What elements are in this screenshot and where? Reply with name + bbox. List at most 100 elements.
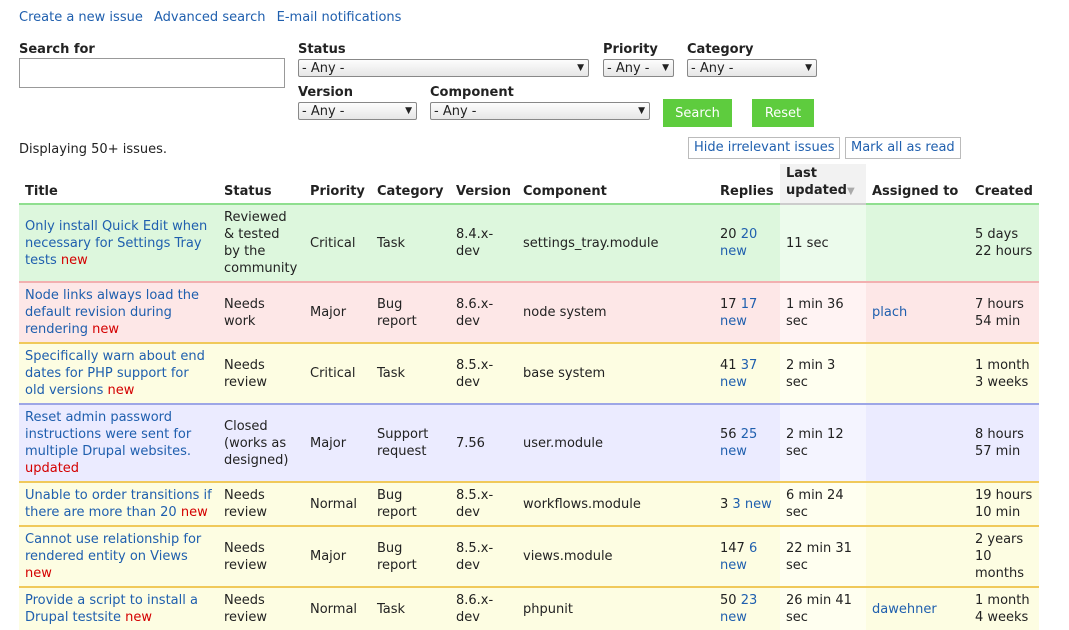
issue-flag: new — [107, 383, 135, 398]
component-select[interactable]: - Any - ▼ — [430, 102, 650, 120]
issue-component: base system — [517, 342, 714, 404]
table-row: Only install Quick Edit when necessary f… — [19, 203, 1039, 282]
hide-irrelevant-button[interactable]: Hide irrelevant issues — [688, 137, 841, 159]
issue-replies: 41 37 new — [714, 342, 780, 404]
replies-count: 147 — [720, 540, 745, 556]
issue-title-cell: Cannot use relationship for rendered ent… — [19, 525, 218, 587]
table-header: Title Status Priority Category Version C… — [19, 164, 1039, 205]
issue-assigned — [866, 342, 969, 404]
issue-version: 8.5.x-dev — [450, 481, 517, 526]
issue-replies: 17 17 new — [714, 281, 780, 343]
displaying-count: Displaying 50+ issues. — [19, 142, 168, 157]
issue-title-cell: Unable to order transitions if there are… — [19, 481, 218, 526]
advanced-search-link[interactable]: Advanced search — [154, 10, 266, 25]
col-assigned[interactable]: Assigned to — [866, 164, 969, 204]
issue-title-cell: Node links always load the default revis… — [19, 281, 218, 343]
issue-title-link[interactable]: Reset admin password instructions were s… — [25, 410, 191, 459]
issue-priority: Major — [304, 403, 371, 482]
replies-new-link[interactable]: 3 new — [732, 497, 771, 512]
issue-title-cell: Specifically warn about end dates for PH… — [19, 342, 218, 404]
issue-flag: new — [60, 252, 88, 268]
replies-count: 17 — [720, 296, 737, 312]
email-notifications-link[interactable]: E-mail notifications — [277, 10, 402, 25]
issue-component: views.module — [517, 525, 714, 587]
chevron-down-icon: ▼ — [662, 63, 669, 73]
chevron-down-icon: ▼ — [805, 63, 812, 73]
issue-category: Task — [371, 203, 450, 282]
col-created[interactable]: Created — [969, 164, 1039, 204]
issue-created: 1 month 3 weeks — [969, 342, 1039, 404]
issue-version: 8.4.x-dev — [450, 203, 517, 282]
issue-assigned — [866, 525, 969, 587]
mark-all-read-button[interactable]: Mark all as read — [845, 137, 961, 159]
category-label: Category — [687, 42, 754, 57]
issue-created: 1 month 4 weeks — [969, 586, 1039, 630]
issue-title-link[interactable]: Cannot use relationship for rendered ent… — [25, 532, 201, 564]
issue-assigned — [866, 203, 969, 282]
issue-status: Needs work — [218, 281, 304, 343]
col-version[interactable]: Version — [450, 164, 517, 204]
col-title[interactable]: Title — [19, 164, 218, 204]
version-select[interactable]: - Any - ▼ — [298, 102, 417, 120]
issue-status: Needs review — [218, 481, 304, 526]
replies-count: 56 — [720, 427, 737, 442]
component-select-value: - Any - — [434, 104, 477, 119]
category-select-value: - Any - — [691, 61, 734, 76]
issue-title-link[interactable]: Only install Quick Edit when necessary f… — [25, 219, 207, 268]
col-category[interactable]: Category — [371, 164, 450, 204]
chevron-down-icon: ▼ — [638, 106, 645, 116]
table-row: Unable to order transitions if there are… — [19, 481, 1039, 526]
issue-title-cell: Provide a script to install a Drupal tes… — [19, 586, 218, 630]
priority-select-value: - Any - — [607, 61, 650, 76]
replies-count: 50 — [720, 593, 737, 608]
issue-status: Needs review — [218, 342, 304, 404]
issue-flag: new — [25, 566, 52, 581]
issue-status: Needs review — [218, 586, 304, 630]
issue-updated: 6 min 24 sec — [780, 481, 866, 526]
priority-select[interactable]: - Any - ▼ — [603, 59, 674, 77]
replies-count: 3 — [720, 496, 729, 512]
top-links: Create a new issue Advanced search E-mai… — [19, 10, 408, 25]
search-input[interactable] — [19, 58, 285, 88]
table-row: Reset admin password instructions were s… — [19, 403, 1039, 482]
issue-priority: Normal — [304, 586, 371, 630]
category-select[interactable]: - Any - ▼ — [687, 59, 817, 77]
assignee-link[interactable]: dawehner — [872, 602, 937, 617]
issue-component: workflows.module — [517, 481, 714, 526]
issue-title-link[interactable]: Provide a script to install a Drupal tes… — [25, 593, 198, 625]
sort-desc-icon: ▼ — [846, 186, 855, 197]
create-issue-link[interactable]: Create a new issue — [19, 10, 143, 25]
col-priority[interactable]: Priority — [304, 164, 371, 204]
issue-status: Needs review — [218, 525, 304, 587]
issue-updated: 11 sec — [780, 203, 866, 282]
issue-assigned: dawehner — [866, 586, 969, 630]
col-component[interactable]: Component — [517, 164, 714, 204]
col-status[interactable]: Status — [218, 164, 304, 204]
issue-version: 8.5.x-dev — [450, 342, 517, 404]
issue-updated: 26 min 41 sec — [780, 586, 866, 630]
col-replies[interactable]: Replies — [714, 164, 780, 204]
issue-priority: Major — [304, 525, 371, 587]
status-select[interactable]: - Any - ▼ — [298, 59, 589, 77]
issue-flag: new — [180, 505, 208, 520]
issue-created: 19 hours 10 min — [969, 481, 1039, 526]
issue-created: 5 days 22 hours — [969, 203, 1039, 282]
table-row: Provide a script to install a Drupal tes… — [19, 586, 1039, 630]
issue-component: node system — [517, 281, 714, 343]
reset-button[interactable]: Reset — [752, 99, 814, 127]
issue-replies: 56 25 new — [714, 403, 780, 482]
issue-created: 2 years 10 months — [969, 525, 1039, 587]
search-button[interactable]: Search — [663, 99, 732, 127]
status-label: Status — [298, 42, 346, 57]
issue-flag: new — [92, 322, 120, 337]
issue-replies: 20 20 new — [714, 203, 780, 282]
assignee-link[interactable]: plach — [872, 305, 907, 320]
status-select-value: - Any - — [302, 61, 345, 76]
search-label: Search for — [19, 42, 95, 57]
issue-priority: Critical — [304, 203, 371, 282]
issue-created: 8 hours 57 min — [969, 403, 1039, 482]
issue-component: user.module — [517, 403, 714, 482]
col-last-updated[interactable]: Last updated▼ — [780, 164, 866, 205]
issue-title: Only install Quick Edit when necessary f… — [25, 218, 208, 268]
table-row: Node links always load the default revis… — [19, 281, 1039, 343]
